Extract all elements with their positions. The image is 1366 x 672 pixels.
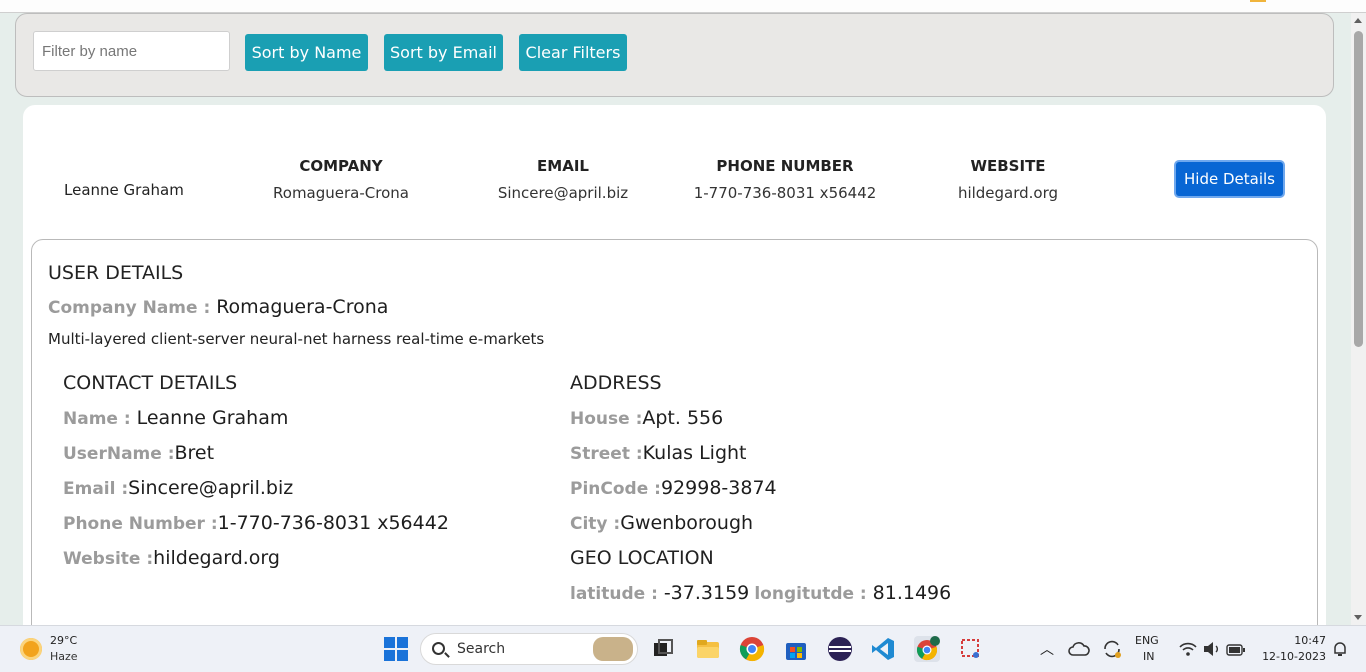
weather-condition: Haze [50,650,78,663]
scroll-down-icon[interactable] [1354,615,1362,620]
browser-indicator [1250,0,1266,2]
latitude-value: -37.3159 [663,582,750,604]
task-view-icon[interactable] [650,636,676,662]
windows-start-icon[interactable] [383,636,409,662]
vscode-icon[interactable] [870,636,896,662]
phone-column: PHONE NUMBER 1-770-736-8031 x56442 [685,157,885,202]
contact-details-title: CONTACT DETAILS [63,372,238,394]
email-column: EMAIL Sincere@april.biz [463,157,663,202]
pincode-value: 92998-3874 [660,477,777,499]
company-name-label: Company Name : [48,298,217,318]
details-title: USER DETAILS [48,262,184,284]
weather-sun-icon[interactable] [20,638,42,660]
catch-phrase: Multi-layered client-server neural-net h… [48,330,545,348]
pincode-line: PinCode :92998-3874 [570,477,777,499]
clear-filters-button[interactable]: Clear Filters [519,34,627,71]
chevron-up-icon[interactable]: ︿ [1040,639,1054,659]
house-value: Apt. 556 [642,407,724,429]
sync-icon[interactable] [1101,638,1123,660]
street-label: Street : [570,444,643,464]
language-primary[interactable]: ENG [1135,634,1159,647]
pincode-label: PinCode : [570,479,661,499]
website-column: WEBSITE hildegard.org [908,157,1108,202]
search-icon [432,642,445,655]
username-value: Bret [174,442,215,464]
eclipse-icon[interactable] [827,636,853,662]
scroll-up-icon[interactable] [1354,18,1362,23]
snipping-tool-icon[interactable] [958,636,984,662]
store-icon[interactable] [783,636,809,662]
notification-icon[interactable] [1332,640,1348,658]
sort-by-email-button[interactable]: Sort by Email [384,34,503,71]
city-value: Gwenborough [620,512,754,534]
house-label: House : [570,409,643,429]
company-header: COMPANY [299,157,383,175]
company-column: COMPANY Romaguera-Crona [241,157,441,202]
contact-website-label: Website : [63,549,154,569]
website-header: WEBSITE [970,157,1046,175]
geo-location-title: GEO LOCATION [570,547,714,569]
contact-email-value: Sincere@april.biz [128,477,294,499]
username-line: UserName :Bret [63,442,214,464]
street-line: Street :Kulas Light [570,442,747,464]
browser-top-edge [0,0,1366,13]
clock-date[interactable]: 12-10-2023 [1256,650,1326,663]
onedrive-icon[interactable] [1068,640,1090,658]
taskbar-search[interactable]: Search [420,633,638,665]
company-name-line: Company Name : Romaguera-Crona [48,296,388,318]
company-name-value: Romaguera-Crona [216,296,389,318]
user-card: Leanne Graham COMPANY Romaguera-Crona EM… [23,105,1326,645]
file-explorer-icon[interactable] [695,636,721,662]
website-value: hildegard.org [957,184,1059,202]
contact-phone-value: 1-770-736-8031 x56442 [217,512,449,534]
hide-details-button[interactable]: Hide Details [1174,160,1285,198]
address-title: ADDRESS [570,372,662,394]
clock-time[interactable]: 10:47 [1290,634,1326,647]
house-line: House :Apt. 556 [570,407,723,429]
contact-name-value: Leanne Graham [136,407,289,429]
filter-name-input[interactable] [33,31,230,71]
wifi-icon[interactable] [1178,640,1198,658]
user-details-panel: USER DETAILS Company Name : Romaguera-Cr… [31,239,1318,639]
contact-website-line: Website :hildegard.org [63,547,280,569]
contact-email-line: Email :Sincere@april.biz [63,477,293,499]
search-label: Search [457,641,506,657]
chrome-icon[interactable] [739,636,765,662]
email-header: EMAIL [537,157,589,175]
temperature: 29°C [50,634,78,647]
email-value: Sincere@april.biz [497,184,629,202]
contact-phone-label: Phone Number : [63,514,218,534]
chrome-active-icon[interactable] [914,636,940,662]
filter-bar: Sort by Name Sort by Email Clear Filters [15,13,1334,97]
sort-by-name-button[interactable]: Sort by Name [245,34,368,71]
contact-name-label: Name : [63,409,137,429]
volume-icon[interactable] [1202,640,1222,658]
scroll-thumb[interactable] [1354,31,1363,347]
taskbar: 29°C Haze Search ︿ ENG IN 10:47 12-10-20… [0,625,1366,672]
longitude-value: 81.1496 [872,582,952,604]
phone-header: PHONE NUMBER [716,157,854,175]
user-name: Leanne Graham [64,181,184,199]
username-label: UserName : [63,444,175,464]
battery-icon[interactable] [1226,642,1246,656]
longitude-label: longitutde : [754,584,873,604]
city-line: City :Gwenborough [570,512,753,534]
phone-value: 1-770-736-8031 x56442 [693,184,877,202]
page-scrollbar[interactable] [1351,13,1366,625]
geo-line: latitude : -37.3159 longitutde : 81.1496 [570,582,951,604]
contact-name-line: Name : Leanne Graham [63,407,288,429]
contact-phone-line: Phone Number :1-770-736-8031 x56442 [63,512,449,534]
latitude-label: latitude : [570,584,664,604]
city-label: City : [570,514,621,534]
company-value: Romaguera-Crona [273,184,409,202]
contact-email-label: Email : [63,479,129,499]
contact-website-value: hildegard.org [153,547,280,569]
street-value: Kulas Light [642,442,747,464]
search-highlight-icon [593,637,633,661]
language-secondary[interactable]: IN [1143,650,1154,663]
